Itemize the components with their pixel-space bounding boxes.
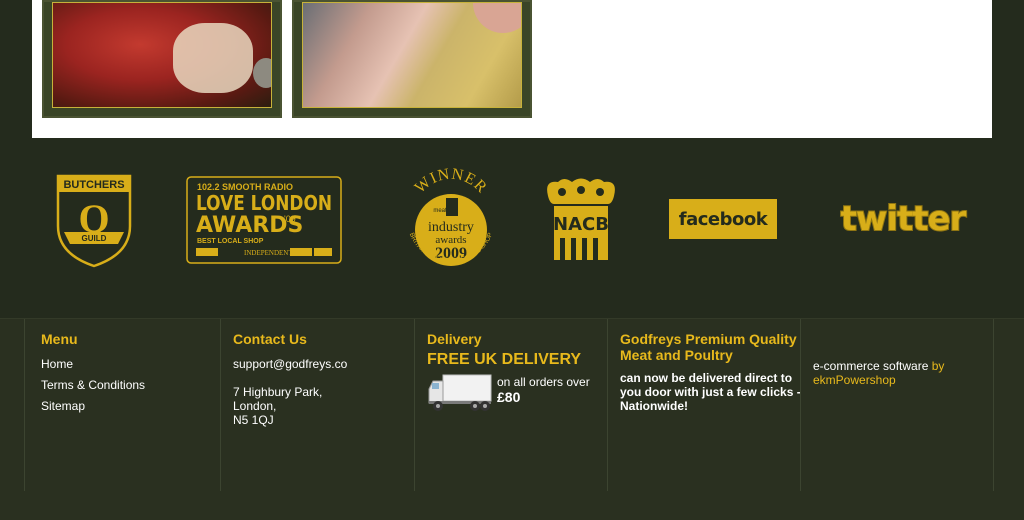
footer-ekm-column: e-commerce software by ekmPowershop: [800, 319, 994, 491]
menu-link-home[interactable]: Home: [41, 357, 220, 371]
beef-fat-detail: [173, 23, 253, 93]
stone-detail: [253, 58, 271, 88]
product-photo-lamb[interactable]: [292, 0, 532, 118]
winner-text: WINNER: [412, 166, 491, 197]
godfreys-description: can now be delivered direct to you door …: [620, 371, 801, 413]
industry-text: industry: [428, 220, 474, 235]
ekm-credit: e-commerce software by ekmPowershop: [813, 359, 993, 387]
butchers-q-guild-logo[interactable]: BUTCHERS Q GUILD: [56, 174, 132, 268]
footer-contact-column: Contact Us support@godfreys.co 7 Highbur…: [220, 319, 414, 491]
best-local-shop-text: BEST LOCAL SHOP: [197, 238, 264, 245]
love-london-awards-logo[interactable]: 102.2 SMOOTH RADIO LOVE LONDON AWARDS '0…: [186, 176, 342, 264]
address-line-2: London,: [233, 399, 277, 413]
meat-industry-awards-logo[interactable]: WINNER meat industry awards 2009 BRITAIN…: [396, 166, 506, 276]
free-delivery-headline: FREE UK DELIVERY: [427, 351, 582, 368]
product-photo-beef[interactable]: [42, 0, 282, 118]
meat-small-text: meat: [433, 208, 447, 214]
nacb-text: NACB: [553, 214, 609, 235]
ecommerce-text: e-commerce software: [813, 359, 929, 373]
site-footer: Menu Home Terms & Conditions Sitemap Con…: [0, 318, 1024, 520]
free-delivery-threshold: £80: [497, 389, 521, 405]
by-text: by: [931, 359, 945, 373]
contact-heading: Contact Us: [233, 331, 307, 347]
footer-godfreys-column: Godfreys Premium Quality Meat and Poultr…: [607, 319, 801, 491]
contact-email[interactable]: support@godfreys.co: [233, 357, 414, 371]
independent-text: INDEPENDENT: [244, 249, 293, 257]
year-text: '09: [284, 214, 296, 224]
nacb-logo[interactable]: NACB: [542, 178, 620, 262]
address-line-3: N5 1QJ: [233, 413, 274, 427]
ekm-powershop-link[interactable]: ekmPowershop: [813, 373, 896, 387]
address-line-1: 7 Highbury Park,: [233, 385, 323, 399]
content-panel: [32, 0, 992, 138]
logo-row: BUTCHERS Q GUILD 102.2 SMOOTH RADIO LOVE…: [0, 160, 1024, 280]
menu-link-sitemap[interactable]: Sitemap: [41, 399, 220, 413]
menu-link-terms[interactable]: Terms & Conditions: [41, 378, 220, 392]
delivery-offer: on all orders over £80: [427, 373, 608, 413]
twitter-link[interactable]: twitter: [822, 196, 984, 242]
footer-menu-column: Menu Home Terms & Conditions Sitemap: [24, 319, 220, 491]
hand-detail: [473, 3, 521, 33]
footer-delivery-column: Delivery FREE UK DELIVERY on all orders …: [414, 319, 608, 491]
menu-heading: Menu: [41, 331, 78, 347]
facebook-link[interactable]: facebook: [669, 199, 777, 239]
love-london-text: LOVE LONDON: [196, 191, 332, 215]
guild-text: GUILD: [82, 234, 107, 243]
twitter-text: twitter: [841, 199, 967, 239]
butchers-text: BUTCHERS: [63, 179, 124, 191]
delivery-heading: Delivery: [427, 331, 482, 347]
delivery-truck-icon: [428, 374, 492, 411]
godfreys-heading: Godfreys Premium Quality Meat and Poultr…: [620, 331, 797, 363]
orders-text: on all orders over: [497, 375, 590, 389]
facebook-text: facebook: [678, 208, 768, 230]
